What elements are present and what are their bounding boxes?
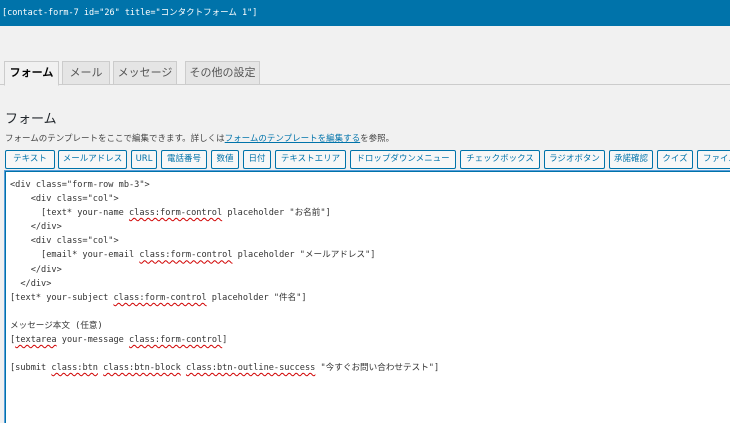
code-text: ] <box>222 335 228 346</box>
spellcheck-flagged-text: class:form-control <box>113 292 207 303</box>
tag-button-tel[interactable]: 電話番号 <box>161 150 207 169</box>
code-text: placeholder "件名"] <box>206 292 307 303</box>
code-text: [text* your-name <box>10 208 129 219</box>
code-line: <div class="col"> <box>10 192 439 206</box>
tag-button-url[interactable]: URL <box>131 150 157 169</box>
form-description: フォームのテンプレートをここで編集できます。詳しくはフォームのテンプレートを編集… <box>5 132 394 144</box>
code-line: </div> <box>10 277 439 291</box>
tab-mail[interactable]: メール <box>62 61 110 85</box>
shortcode-bar[interactable]: [contact-form-7 id="26" title="コンタクトフォーム… <box>0 0 730 26</box>
code-line: [email* your-email class:form-control pl… <box>10 248 439 262</box>
description-text: フォームのテンプレートをここで編集できます。詳しくは <box>5 134 225 144</box>
code-line: <div class="col"> <box>10 234 439 248</box>
spellcheck-flagged-text: class:form-control <box>129 335 223 346</box>
code-text: "今すぐお問い合わせテスト"] <box>315 363 440 374</box>
spellcheck-flagged-text: textarea <box>15 335 57 346</box>
code-text: <div class="form-row mb-3"> <box>10 180 150 190</box>
tag-button-select[interactable]: ドロップダウンメニュー <box>350 150 456 169</box>
tag-button-radio[interactable]: ラジオボタン <box>544 150 605 169</box>
tag-button-file[interactable]: ファイル <box>697 150 730 169</box>
form-template-code[interactable]: <div class="form-row mb-3"> <div class="… <box>10 178 439 375</box>
tag-button-text[interactable]: テキスト <box>5 150 55 169</box>
tab-messages[interactable]: メッセージ <box>113 61 177 85</box>
code-text: メッセージ本文 (任意) <box>10 320 103 331</box>
code-text: your-message <box>56 335 130 346</box>
code-text: </div> <box>10 222 62 233</box>
tab-form[interactable]: フォーム <box>4 61 59 86</box>
code-line: </div> <box>10 220 439 234</box>
code-text: [text* your-subject <box>10 292 114 303</box>
code-line: <div class="form-row mb-3"> <box>10 178 439 192</box>
spellcheck-flagged-text: class:btn-outline-success <box>185 363 316 374</box>
code-text: placeholder "お名前"] <box>222 208 331 219</box>
code-text: [submit <box>10 363 52 374</box>
template-help-link[interactable]: フォームのテンプレートを編集する <box>225 134 361 144</box>
code-line: [textarea your-message class:form-contro… <box>10 333 439 347</box>
code-text: <div class="col"> <box>10 236 119 247</box>
spellcheck-flagged-text: class:btn-block <box>103 363 181 374</box>
spellcheck-flagged-text: class:form-control <box>129 208 223 219</box>
tag-button-date[interactable]: 日付 <box>243 150 271 169</box>
code-text: <div class="col"> <box>10 194 119 205</box>
tag-button-quiz[interactable]: クイズ <box>657 150 693 169</box>
code-line: [text* your-subject class:form-control p… <box>10 291 439 305</box>
tag-button-email[interactable]: メールアドレス <box>58 150 127 169</box>
tag-button-acceptance[interactable]: 承諾確認 <box>609 150 653 169</box>
form-section-title: フォーム <box>5 112 57 127</box>
spellcheck-flagged-text: class:form-control <box>139 250 233 261</box>
description-suffix: を参照。 <box>360 134 395 144</box>
code-line: </div> <box>10 263 439 277</box>
tag-button-textarea[interactable]: テキストエリア <box>275 150 346 169</box>
tab-additional-settings[interactable]: その他の設定 <box>185 61 260 85</box>
code-text: </div> <box>10 278 52 289</box>
tag-button-number[interactable]: 数値 <box>211 150 239 169</box>
code-line: [submit class:btn class:btn-block class:… <box>10 361 439 375</box>
code-text: [email* your-email <box>10 250 140 261</box>
code-line: メッセージ本文 (任意) <box>10 319 439 333</box>
code-line: [text* your-name class:form-control plac… <box>10 206 439 220</box>
spellcheck-flagged-text: class:btn <box>51 363 98 374</box>
code-text: placeholder "メールアドレス"] <box>232 250 376 261</box>
tag-button-checkbox[interactable]: チェックボックス <box>460 150 540 169</box>
code-text: </div> <box>10 264 62 275</box>
